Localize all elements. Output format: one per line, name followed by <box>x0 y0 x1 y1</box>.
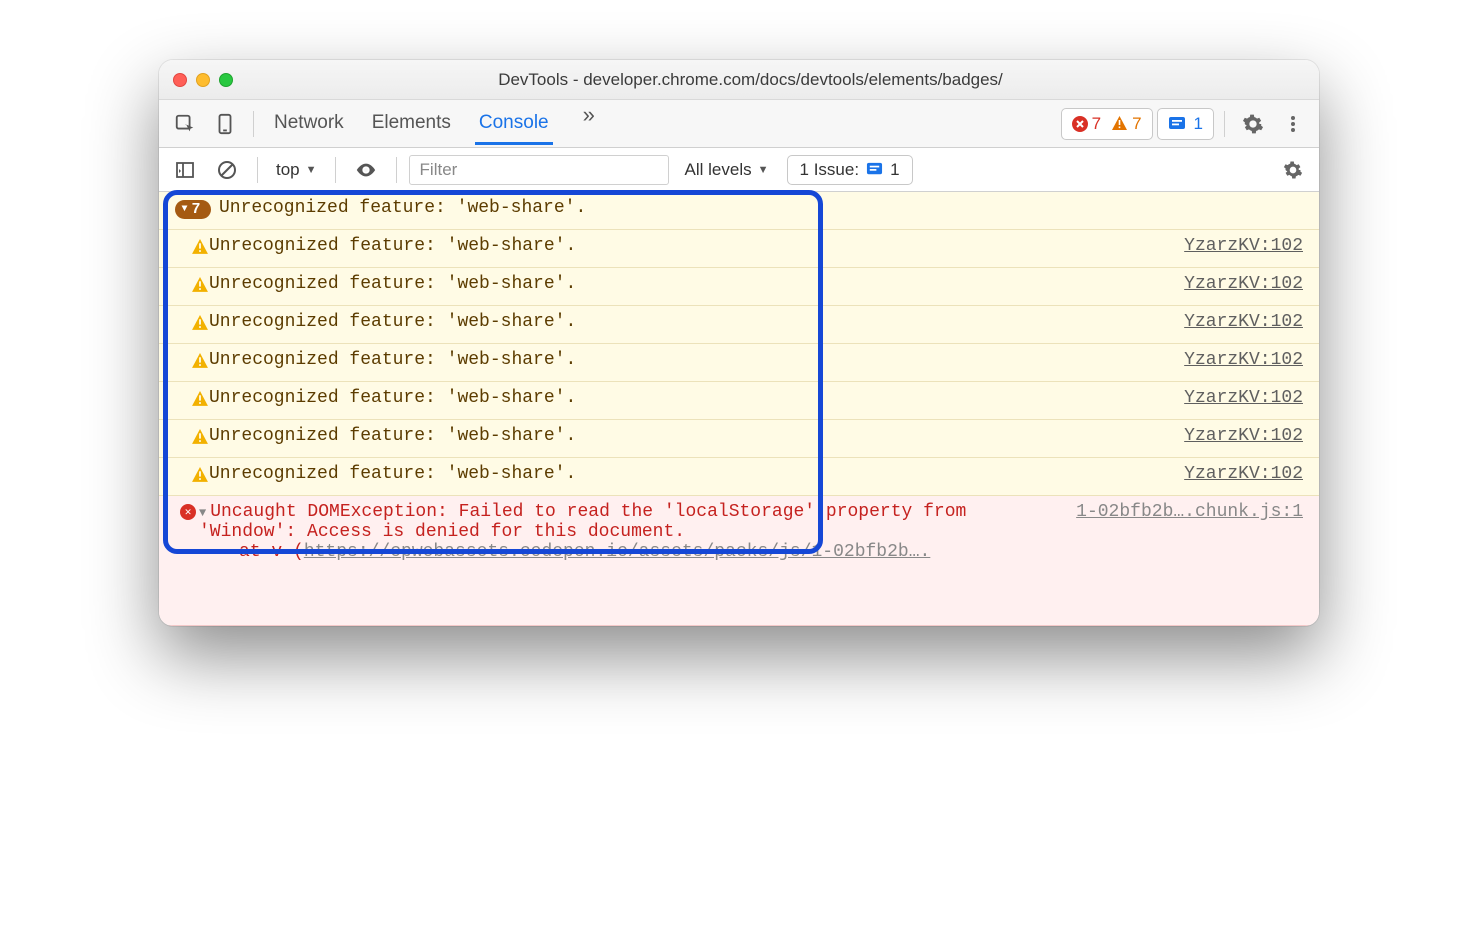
console-message-text: Unrecognized feature: 'web-share'. <box>209 236 1172 256</box>
traffic-lights <box>173 73 233 87</box>
inspect-element-icon[interactable] <box>167 106 203 142</box>
log-levels-selector[interactable]: All levels ▼ <box>685 160 769 180</box>
console-warning-row[interactable]: Unrecognized feature: 'web-share'. Yzarz… <box>159 306 1319 344</box>
device-toolbar-icon[interactable] <box>207 106 243 142</box>
console-message-text: Unrecognized feature: 'web-share'. <box>209 274 1172 294</box>
console-warning-row[interactable]: Unrecognized feature: 'web-share'. Yzarz… <box>159 344 1319 382</box>
warning-icon <box>191 390 209 408</box>
console-warning-row[interactable]: Unrecognized feature: 'web-share'. Yzarz… <box>159 420 1319 458</box>
context-selector[interactable]: top ▼ <box>270 160 323 180</box>
tab-console[interactable]: Console <box>475 102 553 145</box>
console-message-text: Unrecognized feature: 'web-share'. <box>209 198 1303 218</box>
warning-icon <box>191 352 209 370</box>
separator <box>396 157 397 183</box>
minimize-window-button[interactable] <box>196 73 210 87</box>
console-warning-row[interactable]: Unrecognized feature: 'web-share'. Yzarz… <box>159 230 1319 268</box>
tab-network[interactable]: Network <box>270 102 348 145</box>
console-message-text: Unrecognized feature: 'web-share'. <box>209 388 1172 408</box>
console-error-content: ▼Uncaught DOMException: Failed to read t… <box>199 502 1064 562</box>
source-link[interactable]: YzarzKV:102 <box>1184 388 1303 408</box>
warning-icon <box>191 238 209 256</box>
tab-elements[interactable]: Elements <box>368 102 455 145</box>
console-message-text: Unrecognized feature: 'web-share'. <box>209 426 1172 446</box>
console-warning-row[interactable]: Unrecognized feature: 'web-share'. Yzarz… <box>159 268 1319 306</box>
live-expression-icon[interactable] <box>348 152 384 188</box>
source-link[interactable]: YzarzKV:102 <box>1184 426 1303 446</box>
console-settings-icon[interactable] <box>1275 152 1311 188</box>
separator <box>335 157 336 183</box>
dropdown-icon: ▼ <box>758 164 769 176</box>
error-count: 7 <box>1072 114 1101 134</box>
more-options-icon[interactable] <box>1275 106 1311 142</box>
warning-count: 7 <box>1111 114 1141 134</box>
error-warning-counter[interactable]: 7 7 <box>1061 108 1153 140</box>
warning-icon <box>191 276 209 294</box>
more-tabs-icon[interactable]: » <box>573 102 605 145</box>
warning-icon <box>191 314 209 332</box>
console-output: ▼7 Unrecognized feature: 'web-share'. Un… <box>159 192 1319 626</box>
maximize-window-button[interactable] <box>219 73 233 87</box>
issues-counter[interactable]: 1 Issue: 1 <box>787 155 913 185</box>
source-link[interactable]: YzarzKV:102 <box>1184 236 1303 256</box>
error-icon: ✕ <box>180 504 196 520</box>
console-error-row[interactable]: ✕ ▼Uncaught DOMException: Failed to read… <box>159 496 1319 626</box>
source-link[interactable]: YzarzKV:102 <box>1184 312 1303 332</box>
source-link[interactable]: 1-02bfb2b….chunk.js:1 <box>1076 502 1303 522</box>
source-link[interactable]: YzarzKV:102 <box>1184 464 1303 484</box>
message-count-badge: ▼7 <box>175 200 210 219</box>
console-message-text: Unrecognized feature: 'web-share'. <box>209 312 1172 332</box>
panel-tabs: Network Elements Console » <box>270 102 605 145</box>
devtools-window: DevTools - developer.chrome.com/docs/dev… <box>159 60 1319 626</box>
window-title: DevTools - developer.chrome.com/docs/dev… <box>251 70 1250 90</box>
filter-input[interactable]: Filter <box>409 155 669 185</box>
devtools-toolbar: Network Elements Console » 7 7 1 <box>159 100 1319 148</box>
titlebar: DevTools - developer.chrome.com/docs/dev… <box>159 60 1319 100</box>
console-message-text: Unrecognized feature: 'web-share'. <box>209 464 1172 484</box>
source-link[interactable]: YzarzKV:102 <box>1184 350 1303 370</box>
issues-button[interactable]: 1 <box>1157 108 1214 140</box>
separator <box>1224 111 1225 137</box>
console-group-header[interactable]: ▼7 Unrecognized feature: 'web-share'. <box>159 192 1319 230</box>
show-console-sidebar-icon[interactable] <box>167 152 203 188</box>
console-warning-row[interactable]: Unrecognized feature: 'web-share'. Yzarz… <box>159 458 1319 496</box>
dropdown-icon: ▼ <box>306 164 317 176</box>
error-stack-line: at v (https://cpwebassets.codepen.io/ass… <box>199 542 1064 562</box>
disclosure-icon[interactable]: ▼ <box>199 506 206 520</box>
separator <box>257 157 258 183</box>
console-message-text: Unrecognized feature: 'web-share'. <box>209 350 1172 370</box>
source-link[interactable]: YzarzKV:102 <box>1184 274 1303 294</box>
console-warning-row[interactable]: Unrecognized feature: 'web-share'. Yzarz… <box>159 382 1319 420</box>
settings-icon[interactable] <box>1235 106 1271 142</box>
separator <box>253 111 254 137</box>
stack-link[interactable]: https://cpwebassets.codepen.io/assets/pa… <box>304 542 931 562</box>
console-toolbar: top ▼ Filter All levels ▼ 1 Issue: 1 <box>159 148 1319 192</box>
warning-icon <box>191 428 209 446</box>
error-message-text: Uncaught DOMException: Failed to read th… <box>199 502 966 542</box>
close-window-button[interactable] <box>173 73 187 87</box>
warning-icon <box>191 466 209 484</box>
clear-console-icon[interactable] <box>209 152 245 188</box>
